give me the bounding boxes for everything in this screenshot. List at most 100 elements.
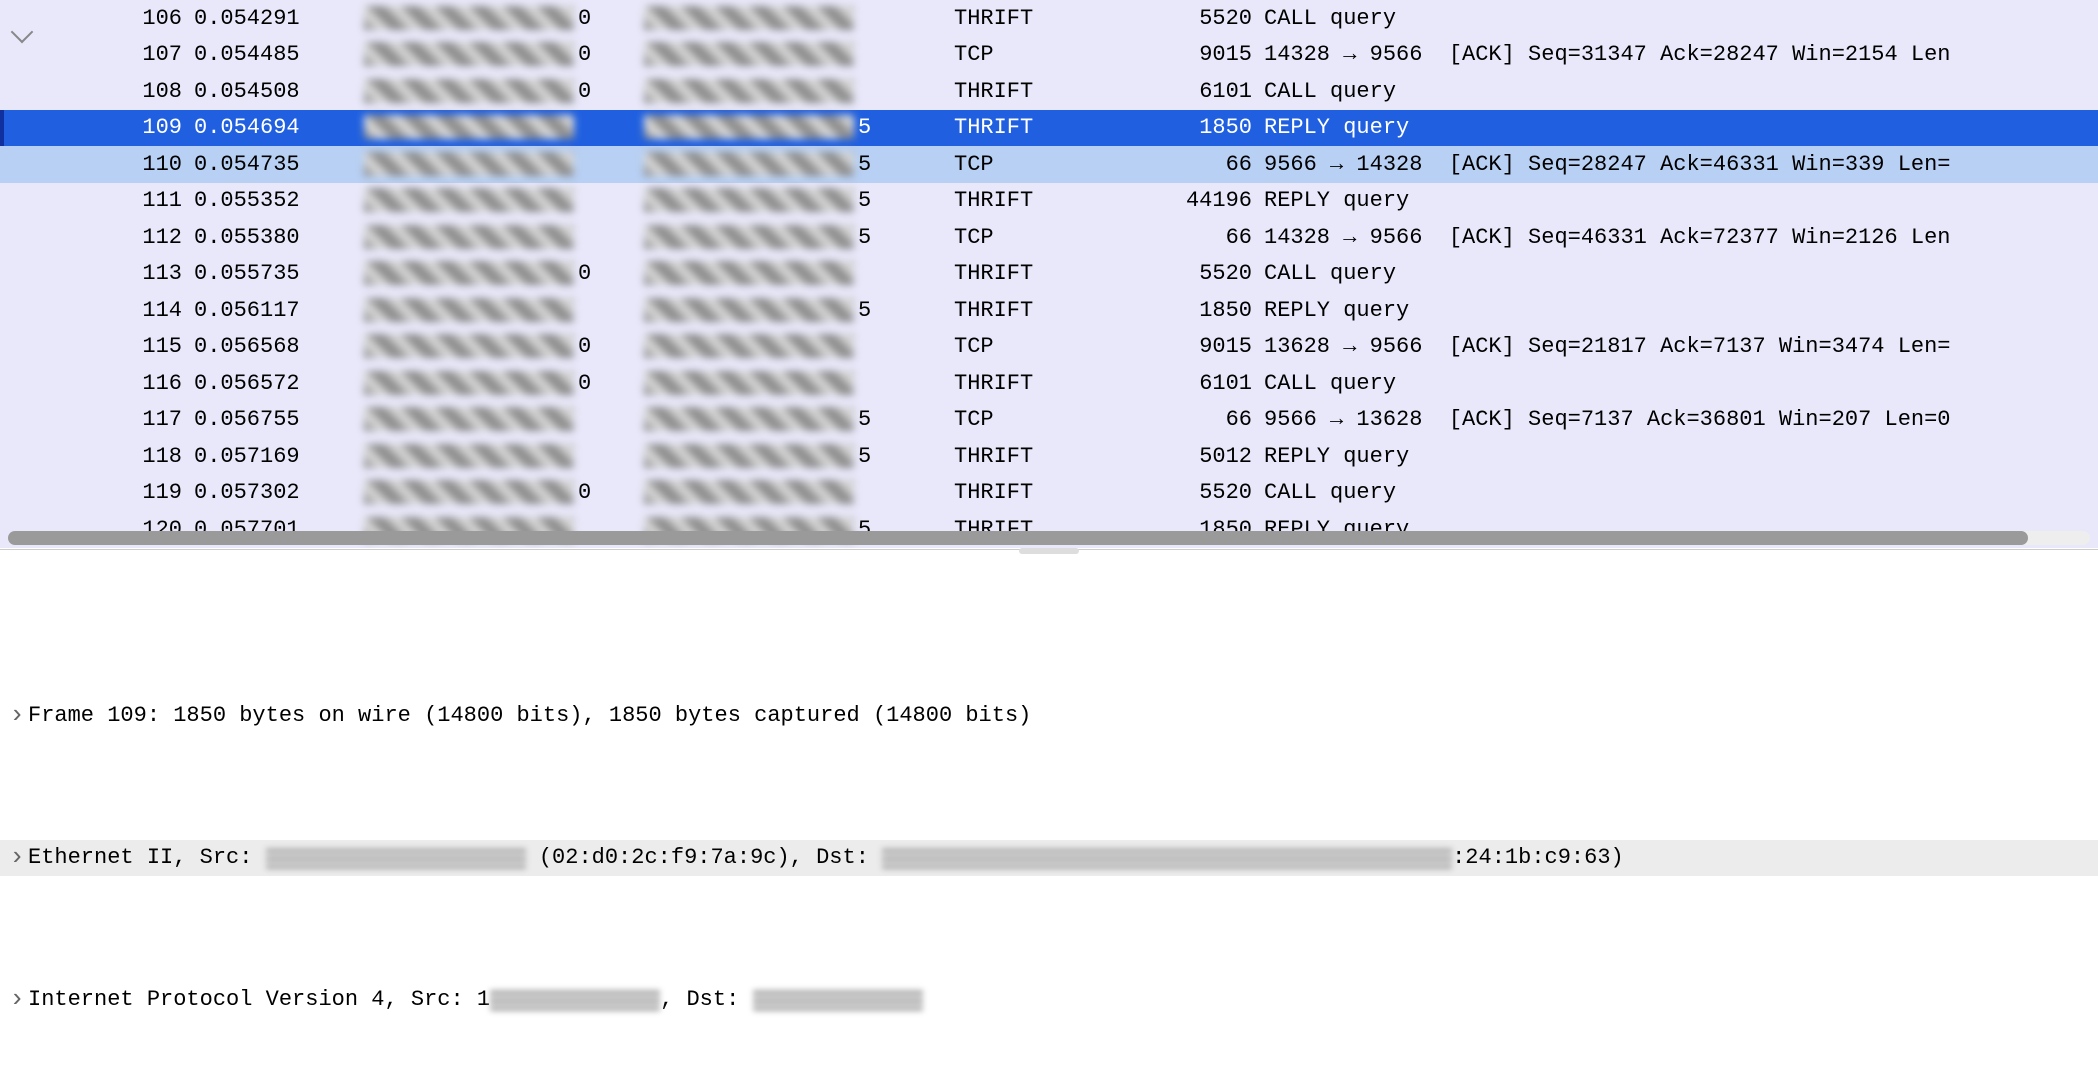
destination-tail: 5 (858, 188, 880, 213)
cell-time: 0.056117 (194, 298, 364, 323)
cell-source (364, 225, 644, 250)
ethernet-row[interactable]: Ethernet II, Src: (02:d0:2c:f9:7a:9c), D… (0, 840, 2098, 876)
cell-destination: 5 (644, 298, 924, 323)
cell-time: 0.054694 (194, 115, 364, 140)
cell-protocol: TCP (924, 225, 1104, 250)
cell-info: 14328 → 9566 [ACK] Seq=31347 Ack=28247 W… (1264, 42, 2098, 67)
frame-summary-text: Frame 109: 1850 bytes on wire (14800 bit… (28, 698, 1031, 734)
redacted-source (364, 407, 574, 431)
redacted-destination (644, 115, 854, 139)
packet-row[interactable]: 1120.0553805TCP6614328 → 9566 [ACK] Seq=… (0, 219, 2098, 256)
cell-destination (644, 79, 924, 104)
cell-protocol: THRIFT (924, 371, 1104, 396)
redacted-dst-ip (753, 989, 923, 1011)
cell-source: 0 (364, 371, 644, 396)
redacted-source (364, 225, 574, 249)
cell-info: CALL query (1264, 480, 2098, 505)
cell-no: 119 (44, 480, 194, 505)
cell-protocol: THRIFT (924, 6, 1104, 31)
packet-row[interactable]: 1130.0557350THRIFT5520CALL query (0, 256, 2098, 293)
cell-info: CALL query (1264, 6, 2098, 31)
cell-source: 0 (364, 261, 644, 286)
source-tail: 0 (578, 480, 600, 505)
cell-source (364, 152, 644, 177)
redacted-destination (644, 444, 854, 468)
cell-info: REPLY query (1264, 188, 2098, 213)
cell-length: 6101 (1104, 79, 1264, 104)
cell-length: 66 (1104, 152, 1264, 177)
cell-info: CALL query (1264, 261, 2098, 286)
redacted-dst-mac (882, 847, 1452, 869)
cell-no: 117 (44, 407, 194, 432)
cell-info: CALL query (1264, 79, 2098, 104)
cell-protocol: THRIFT (924, 444, 1104, 469)
caret-icon[interactable] (6, 982, 28, 1019)
redacted-destination (644, 298, 854, 322)
destination-tail: 5 (858, 407, 880, 432)
packet-row[interactable]: 1190.0573020THRIFT5520CALL query (0, 475, 2098, 512)
cell-time: 0.057169 (194, 444, 364, 469)
cell-protocol: TCP (924, 152, 1104, 177)
horizontal-scrollbar[interactable] (8, 531, 2090, 545)
caret-icon[interactable] (6, 698, 28, 735)
redacted-source (364, 261, 574, 285)
cell-destination (644, 480, 924, 505)
redacted-destination (644, 407, 854, 431)
cell-destination: 5 (644, 407, 924, 432)
cell-time: 0.054291 (194, 6, 364, 31)
packet-row[interactable]: 1100.0547355TCP669566 → 14328 [ACK] Seq=… (0, 146, 2098, 183)
caret-icon[interactable] (6, 840, 28, 877)
cell-time: 0.057302 (194, 480, 364, 505)
frame-summary-row[interactable]: Frame 109: 1850 bytes on wire (14800 bit… (0, 698, 2098, 734)
cell-length: 1850 (1104, 298, 1264, 323)
packet-row[interactable]: 1160.0565720THRIFT6101CALL query (0, 365, 2098, 402)
redacted-destination (644, 188, 854, 212)
cell-source (364, 444, 644, 469)
scrollbar-thumb[interactable] (8, 531, 2028, 545)
cell-length: 9015 (1104, 42, 1264, 67)
pane-divider-handle[interactable] (1019, 548, 1079, 554)
cell-time: 0.056568 (194, 334, 364, 359)
cell-no: 109 (44, 115, 194, 140)
cell-length: 5520 (1104, 6, 1264, 31)
packet-row[interactable]: 1170.0567555TCP669566 → 13628 [ACK] Seq=… (0, 402, 2098, 439)
cell-no: 108 (44, 79, 194, 104)
ip-mid: , Dst: (660, 982, 752, 1018)
cell-time: 0.055735 (194, 261, 364, 286)
redacted-source (364, 371, 574, 395)
cell-source: 0 (364, 42, 644, 67)
cell-info: CALL query (1264, 371, 2098, 396)
packet-row[interactable]: 1090.0546945THRIFT1850REPLY query (0, 110, 2098, 147)
source-tail: 0 (578, 79, 600, 104)
cell-time: 0.054735 (194, 152, 364, 177)
packet-row[interactable]: 1140.0561175THRIFT1850REPLY query (0, 292, 2098, 329)
cell-length: 66 (1104, 225, 1264, 250)
packet-list[interactable]: 1060.0542910THRIFT5520CALL query1070.054… (0, 0, 2098, 548)
ethernet-mid: (02:d0:2c:f9:7a:9c), Dst: (526, 840, 882, 876)
packet-row[interactable]: 1080.0545080THRIFT6101CALL query (0, 73, 2098, 110)
packet-details-pane[interactable]: Frame 109: 1850 bytes on wire (14800 bit… (0, 550, 2098, 1092)
cell-info: 14328 → 9566 [ACK] Seq=46331 Ack=72377 W… (1264, 225, 2098, 250)
packet-row[interactable]: 1070.0544850TCP901514328 → 9566 [ACK] Se… (0, 37, 2098, 74)
redacted-destination (644, 261, 854, 285)
cell-info: 9566 → 13628 [ACK] Seq=7137 Ack=36801 Wi… (1264, 407, 2098, 432)
packet-row[interactable]: 1060.0542910THRIFT5520CALL query (0, 0, 2098, 37)
cell-source (364, 407, 644, 432)
cell-time: 0.055380 (194, 225, 364, 250)
cell-source (364, 188, 644, 213)
cell-source (364, 115, 644, 140)
redacted-source (364, 79, 574, 103)
redacted-destination (644, 371, 854, 395)
packet-list-pane[interactable]: 1060.0542910THRIFT5520CALL query1070.054… (0, 0, 2098, 550)
ethernet-prefix: Ethernet II, Src: (28, 840, 266, 876)
redacted-source (364, 42, 574, 66)
cell-length: 44196 (1104, 188, 1264, 213)
redacted-source (364, 152, 574, 176)
redacted-destination (644, 334, 854, 358)
packet-row[interactable]: 1150.0565680TCP901513628 → 9566 [ACK] Se… (0, 329, 2098, 366)
packet-row[interactable]: 1110.0553525THRIFT44196REPLY query (0, 183, 2098, 220)
cell-info: REPLY query (1264, 298, 2098, 323)
cell-time: 0.056755 (194, 407, 364, 432)
packet-row[interactable]: 1180.0571695THRIFT5012REPLY query (0, 438, 2098, 475)
ip-row[interactable]: Internet Protocol Version 4, Src: 1 , Ds… (0, 982, 2098, 1018)
